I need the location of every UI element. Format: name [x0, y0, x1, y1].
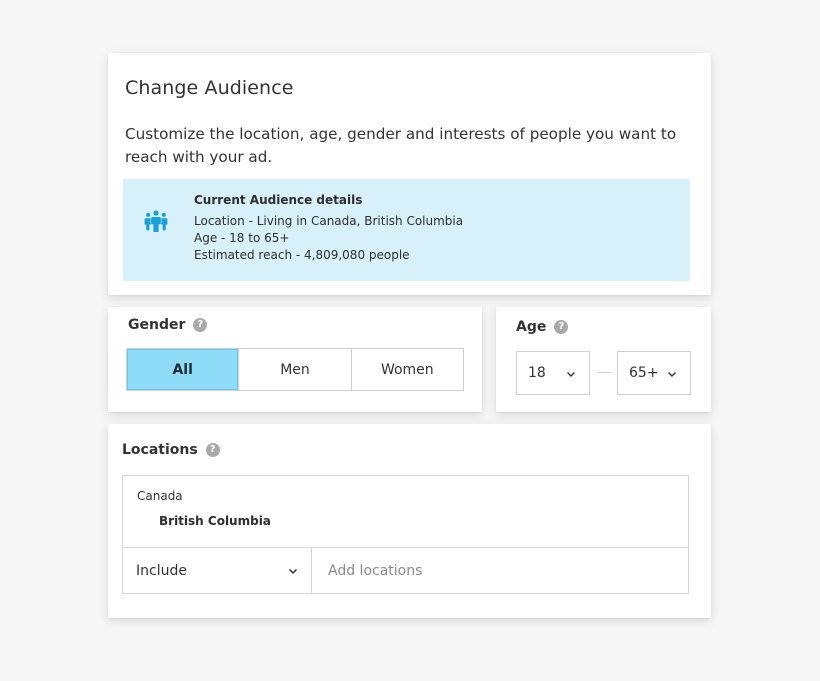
locations-card: Locations ? Canada British Columbia Incl…	[108, 424, 711, 618]
audience-reach-detail: Estimated reach - 4,809,080 people	[194, 248, 410, 262]
gender-men-button[interactable]: Men	[239, 349, 352, 390]
audience-description: Customize the location, age, gender and …	[125, 125, 677, 166]
chevron-down-icon	[288, 568, 298, 575]
age-label: Age	[516, 319, 547, 335]
include-mode-value: Include	[136, 562, 187, 579]
age-max-value: 65+	[629, 365, 659, 381]
locations-label: Locations	[122, 442, 198, 458]
include-exclude-select[interactable]: Include	[123, 548, 312, 593]
audience-location-detail: Location - Living in Canada, British Col…	[194, 214, 464, 228]
audience-details-heading: Current Audience details	[194, 193, 363, 207]
gender-label: Gender	[128, 317, 186, 333]
gender-card: Gender ? All Men Women	[108, 307, 482, 412]
gender-all-button[interactable]: All	[127, 349, 240, 390]
audience-details-text: Current Audience details Location - Livi…	[194, 193, 463, 264]
age-range-separator	[598, 372, 611, 373]
help-icon[interactable]: ?	[193, 318, 208, 332]
page-title: Change Audience	[125, 77, 294, 99]
help-icon[interactable]: ?	[554, 320, 569, 334]
change-audience-card: Change Audience Customize the location, …	[108, 53, 711, 295]
add-locations-input[interactable]	[313, 548, 688, 593]
chevron-down-icon	[567, 372, 575, 377]
gender-label-row: Gender ?	[128, 317, 208, 333]
chevron-down-icon	[668, 372, 676, 377]
age-min-select[interactable]: 18	[516, 351, 590, 395]
current-audience-info: Current Audience details Location - Livi…	[123, 179, 690, 281]
location-region[interactable]: British Columbia	[159, 514, 271, 528]
people-group-icon	[144, 210, 168, 232]
location-country: Canada	[137, 489, 183, 503]
gender-selector: All Men Women	[126, 348, 464, 391]
locations-label-row: Locations ?	[122, 442, 220, 458]
help-icon[interactable]: ?	[205, 443, 220, 457]
audience-age-detail: Age - 18 to 65+	[194, 231, 290, 245]
locations-box: Canada British Columbia Include	[122, 475, 689, 594]
age-min-value: 18	[528, 365, 546, 381]
age-card: Age ? 18 65+	[496, 307, 711, 412]
gender-women-button[interactable]: Women	[351, 349, 463, 390]
age-label-row: Age ?	[516, 319, 569, 335]
age-max-select[interactable]: 65+	[617, 351, 691, 395]
